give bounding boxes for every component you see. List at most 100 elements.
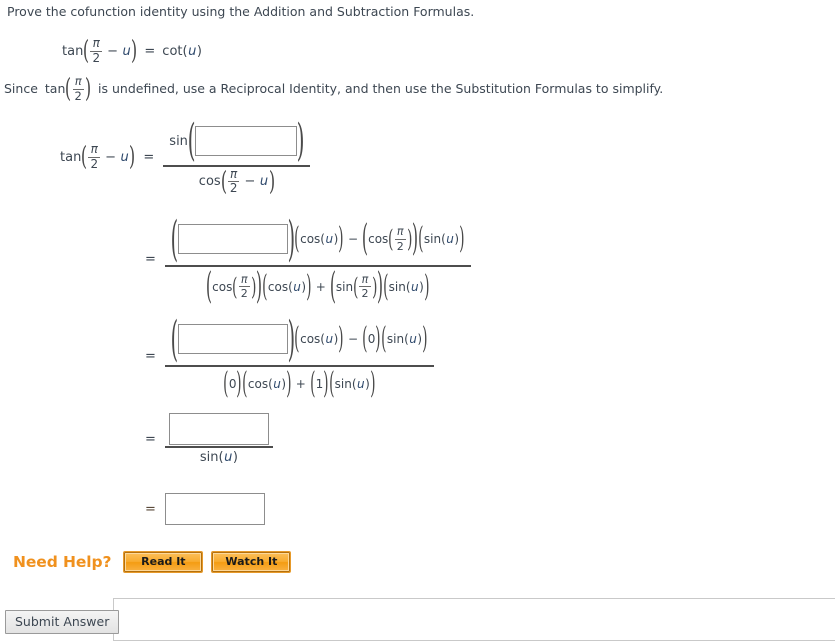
cos-label: cos (300, 332, 321, 346)
tan-label: tan (44, 80, 66, 96)
paren-close: ) (232, 449, 238, 465)
close-paren-icon: ) (370, 365, 376, 401)
step-3-denominator: ( 0 ) ( cos ( u ) ) + ( 1 ) ( sin ( u ) … (217, 367, 381, 401)
identity-statement: tan ( π 2 − u ) = cot ( u ) (62, 36, 202, 67)
close-paren-icon: ) (338, 221, 344, 256)
equals-sign: = (144, 43, 156, 59)
prompt-line-2: Since tan ( π 2 ) is undefined, use a Re… (4, 74, 664, 103)
pi-over-two: π 2 (90, 36, 103, 65)
variable-u: u (446, 232, 454, 246)
pi-over-two: π 2 (238, 272, 250, 300)
answer-input-step-1[interactable] (195, 126, 298, 156)
open-paren-icon: ( (361, 218, 369, 259)
step-1-row: tan ( π 2 − u ) = sin ( ) cos ( π 2 − u … (60, 115, 311, 198)
watch-it-button[interactable]: Watch It (212, 552, 291, 572)
answer-input-step-3[interactable] (177, 324, 288, 354)
cos-label: cos (198, 174, 221, 190)
prompt-line-1: Prove the cofunction identity using the … (7, 4, 475, 19)
identity-rhs-fn: cot (162, 43, 183, 59)
minus-operator: − (348, 232, 359, 246)
paren-close: ) (365, 376, 370, 391)
open-paren-icon: ( (83, 36, 90, 67)
answer-input-step-2[interactable] (177, 224, 288, 254)
sin-label: sin (334, 376, 352, 391)
variable-u: u (357, 376, 365, 391)
identity-lhs-fn: tan (62, 43, 84, 59)
open-paren-icon: ( (81, 142, 88, 173)
open-paren-icon: ( (187, 115, 196, 166)
step-5-row: = (145, 493, 265, 525)
answer-input-step-4[interactable] (168, 413, 269, 445)
open-paren-icon: ( (170, 211, 179, 267)
prompt-line-2-before: Since (4, 80, 38, 96)
step-2-numerator: ( ) ( cos ( u ) ) − ( cos ( π 2 ) ) (si… (165, 213, 471, 265)
pi-over-two: π 2 (359, 272, 371, 300)
equals-sign: = (143, 149, 155, 165)
step-3-fraction: ( ) ( cos ( u ) ) − ( 0 ) ( sin ( u ) ) (164, 313, 434, 401)
step-2-denominator: ( cos ( π 2 ) ) ( cos ( u ) ) + ( sin ( (200, 267, 435, 307)
close-paren-icon: ) (375, 321, 381, 356)
submit-answer-button[interactable]: Submit Answer (5, 610, 120, 634)
coefficient-one: 1 (315, 376, 324, 391)
variable-u: u (273, 376, 281, 391)
variable-u: u (409, 332, 417, 346)
close-paren-icon: ) (296, 115, 305, 166)
step-4-row: = sin ( u ) (145, 412, 273, 467)
prompt-line-2-after: is undefined, use a Reciprocal Identity,… (98, 80, 664, 96)
minus-operator: − (348, 332, 359, 346)
cos-label: cos (247, 376, 269, 391)
paren-close: ) (419, 279, 424, 294)
variable-u: u (224, 449, 233, 465)
open-paren-icon: ( (232, 272, 238, 301)
minus-operator: − (244, 174, 256, 190)
close-paren-icon: ) (323, 365, 329, 401)
pi-over-two: π 2 (72, 74, 84, 103)
cos-label: cos (300, 232, 321, 246)
open-paren-icon: ( (381, 321, 387, 356)
variable-u: u (325, 232, 334, 246)
equals-sign: = (145, 252, 156, 268)
close-paren-icon: ) (422, 321, 428, 356)
close-paren-icon: ) (376, 265, 384, 307)
variable-u: u (120, 149, 129, 165)
close-paren-icon: ) (338, 321, 344, 356)
need-help-label: Need Help? (13, 553, 112, 571)
need-help-bar: Need Help? Read It Watch It (13, 552, 300, 572)
pi-over-two: π 2 (88, 141, 101, 171)
minus-operator: − (105, 149, 116, 165)
pi-over-two: π 2 (227, 166, 240, 196)
open-paren-icon: ( (353, 272, 359, 301)
variable-u: u (259, 174, 269, 190)
step-4-denominator: sin ( u ) (194, 448, 244, 467)
close-paren-icon: ) (131, 36, 138, 67)
open-paren-icon: ( (206, 265, 213, 307)
variable-u: u (325, 332, 334, 346)
close-paren-icon: ) (424, 268, 430, 304)
variable-u: u (411, 279, 419, 294)
sin-label: sin (335, 279, 354, 294)
step-4-fraction: sin ( u ) (164, 412, 273, 467)
equals-sign: = (145, 431, 156, 447)
open-paren-icon: ( (418, 221, 424, 256)
step-1-denominator: cos ( π 2 − u ) (193, 167, 281, 198)
plus-operator: + (295, 376, 306, 391)
step-3-row: = ( ) ( cos ( u ) ) − ( 0 ) ( sin ( u ) (145, 313, 434, 401)
sin-label: sin (199, 449, 219, 465)
open-paren-icon: ( (310, 365, 316, 401)
cos-label: cos (267, 279, 289, 294)
step-4-numerator (165, 412, 273, 446)
cos-label: cos (368, 232, 389, 246)
equals-sign: = (145, 501, 156, 517)
pi-over-two: π 2 (394, 225, 406, 253)
close-paren-icon: ) (459, 221, 465, 256)
open-paren-icon: ( (383, 268, 389, 304)
close-paren-icon: ) (268, 166, 275, 197)
equals-sign: = (145, 349, 156, 365)
open-paren-icon: ( (220, 166, 227, 197)
plus-operator: + (315, 279, 326, 294)
step-2-row: = ( ) ( cos ( u ) ) − ( cos ( π 2)) (… (145, 213, 471, 307)
submit-panel (113, 598, 835, 641)
open-paren-icon: ( (294, 321, 300, 356)
read-it-button[interactable]: Read It (124, 552, 203, 572)
answer-input-final[interactable] (164, 493, 265, 525)
